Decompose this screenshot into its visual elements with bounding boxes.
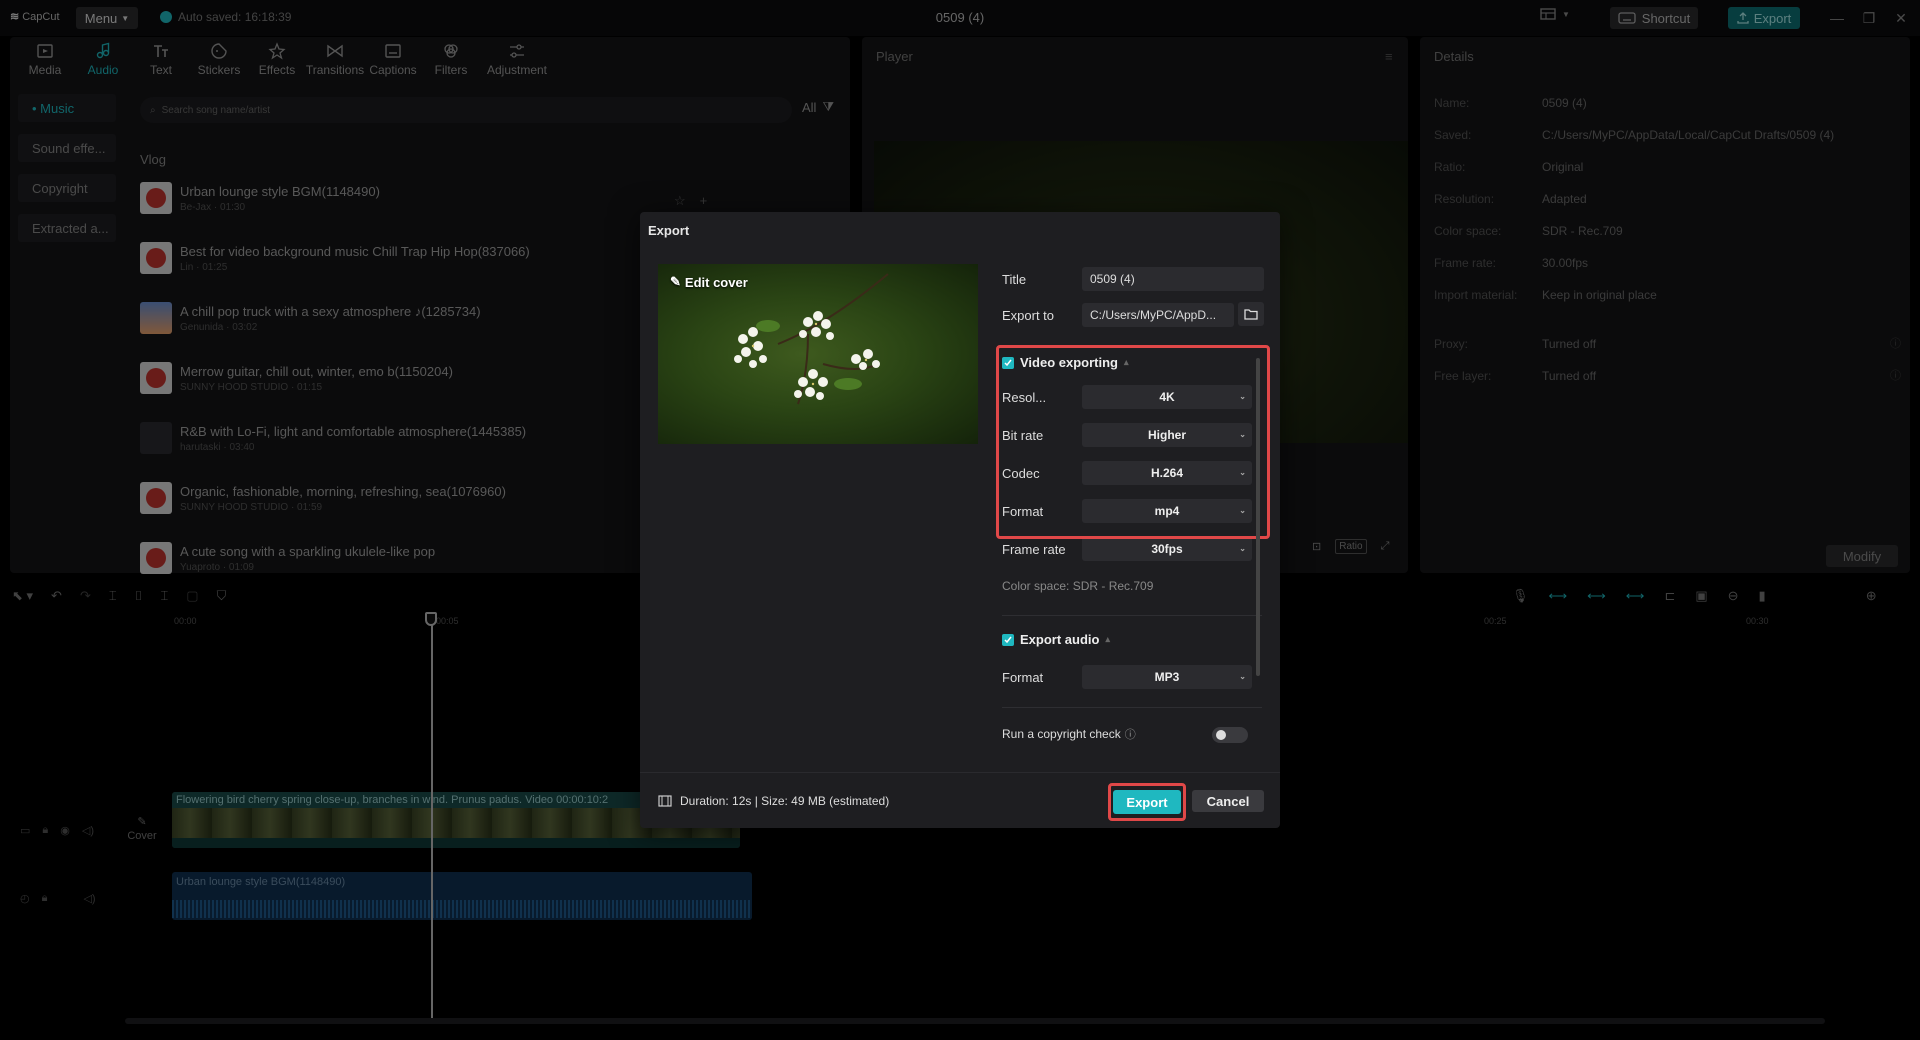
edit-cover-button[interactable]: ✎ Edit cover <box>670 274 748 290</box>
chevron-down-icon: ⌄ <box>1239 672 1246 681</box>
dialog-scrollbar[interactable] <box>1256 358 1260 676</box>
export-to-label: Export to <box>1002 308 1055 323</box>
color-space-note: Color space: SDR - Rec.709 <box>1002 579 1154 593</box>
check-icon <box>1002 633 1014 646</box>
copyright-check-label: Run a copyright check ⓘ <box>1002 726 1136 742</box>
copyright-check-toggle[interactable] <box>1212 727 1248 743</box>
divider <box>1002 615 1262 616</box>
audio-format-label: Format <box>1002 670 1044 685</box>
film-icon <box>658 795 672 807</box>
title-input[interactable]: 0509 (4) <box>1082 267 1264 291</box>
cancel-button[interactable]: Cancel <box>1192 790 1264 812</box>
dialog-title: Export <box>648 223 690 238</box>
export-estimate: Duration: 12s | Size: 49 MB (estimated) <box>658 794 889 808</box>
help-icon[interactable]: ⓘ <box>1125 726 1136 742</box>
folder-button[interactable] <box>1238 302 1264 326</box>
chevron-up-icon: ▴ <box>1105 634 1110 644</box>
framerate-select[interactable]: 30fps ⌄ <box>1082 537 1252 561</box>
cover-preview[interactable]: ✎ Edit cover <box>658 264 978 444</box>
audio-export-checkbox[interactable]: Export audio ▴ <box>1002 632 1110 647</box>
export-dialog: Export ✎ Edit cover Title 0509 (4) Expor… <box>640 212 1280 828</box>
flower-branch-image <box>734 273 889 405</box>
divider <box>640 772 1280 773</box>
toggle-knob <box>1216 730 1226 740</box>
divider <box>1002 707 1262 708</box>
export-button[interactable]: Export <box>1113 790 1181 814</box>
video-settings-highlight <box>996 345 1270 539</box>
chevron-down-icon: ⌄ <box>1239 544 1246 553</box>
title-label: Title <box>1002 272 1027 287</box>
framerate-label: Frame rate <box>1002 542 1066 557</box>
folder-icon <box>1244 309 1258 320</box>
edit-icon: ✎ <box>670 274 681 289</box>
export-button-highlight: Export <box>1108 783 1186 821</box>
export-path-input[interactable]: C:/Users/MyPC/AppD... <box>1082 303 1234 327</box>
audio-format-select[interactable]: MP3 ⌄ <box>1082 665 1252 689</box>
